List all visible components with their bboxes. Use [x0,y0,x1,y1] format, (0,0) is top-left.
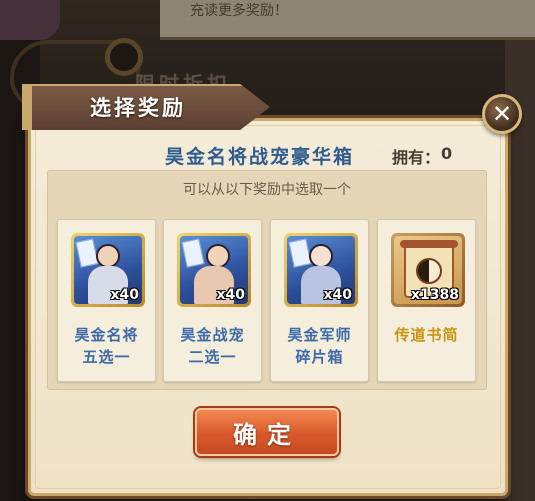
reward-list: 可以从以下奖励中选取一个 x40 昊金名将 五选一 x40 昊金战宠 二选一 x… [47,170,487,390]
reward-icon-frame: x40 [71,233,145,307]
reward-card-pet[interactable]: x40 昊金战宠 二选一 [163,219,262,382]
instruction-text: 可以从以下奖励中选取一个 [183,182,351,198]
reward-card-strategist[interactable]: x40 昊金军师 碎片箱 [270,219,369,382]
close-button[interactable]: ✕ [482,94,522,134]
reward-quantity: x40 [216,287,245,303]
dialog-title: 选择奖励 [90,96,186,120]
reward-name: 传道书简 [394,326,459,344]
close-icon: ✕ [491,100,513,128]
reward-card-scroll[interactable]: x1388 传道书简 [377,219,476,382]
reward-quantity: x40 [323,287,352,303]
reward-name: 昊金名将 五选一 [74,326,139,366]
owned-count: 0 [441,144,453,163]
owned-label: 拥有： [392,148,441,167]
taiji-icon [416,258,442,284]
scroll-icon: x1388 [394,236,462,304]
title-banner-edge [22,84,32,130]
confirm-button[interactable]: 确定 [195,408,339,456]
reward-icon-frame: x1388 [391,233,465,307]
reward-icon-frame: x40 [284,233,358,307]
reward-quantity: x1388 [411,287,459,303]
reward-name: 昊金军师 碎片箱 [287,326,352,366]
hero-card-icon: x40 [74,236,142,304]
reward-quantity: x40 [110,287,139,303]
reward-name: 昊金战宠 二选一 [180,326,245,366]
box-name: 昊金名将战宠豪华箱 [165,146,355,168]
reward-icon-frame: x40 [177,233,251,307]
reward-card-hero[interactable]: x40 昊金名将 五选一 [57,219,156,382]
pet-card-icon: x40 [180,236,248,304]
strategist-card-icon: x40 [287,236,355,304]
